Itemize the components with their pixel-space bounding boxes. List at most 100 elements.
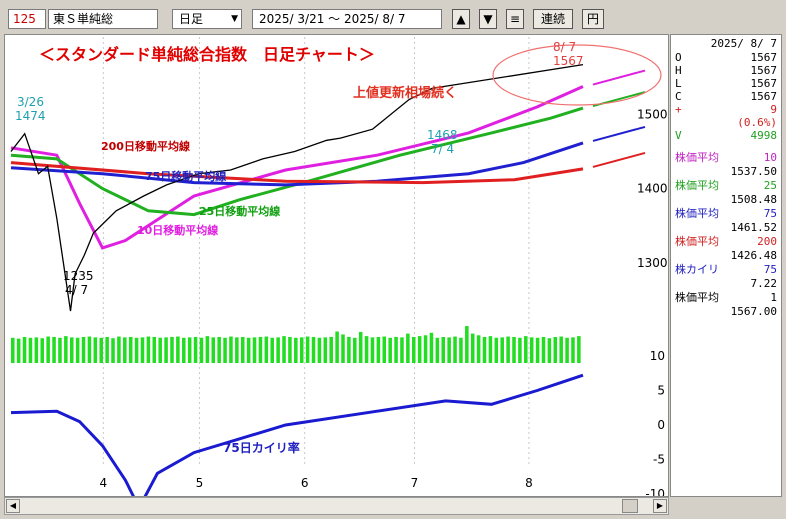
panel-indicator-label: 株カイリ 75 xyxy=(675,263,777,276)
volume-bar xyxy=(406,333,410,363)
volume-bar xyxy=(353,337,357,363)
volume-bar xyxy=(529,337,534,363)
panel-ohlc-value: 9 xyxy=(770,103,777,116)
volume-bar xyxy=(535,337,540,363)
chart-area: 1300 1400 1500 10 5 0 -5 -10 4 5 6 7 8 ＜スタンダード単純総合指数 … xyxy=(4,34,669,512)
volume-bar xyxy=(435,337,440,363)
volume-bar xyxy=(565,337,569,363)
kairi-tick-label: 5 xyxy=(657,384,665,398)
panel-ohlc-key: L xyxy=(675,77,682,90)
volume-bar xyxy=(69,337,74,363)
down-button[interactable]: ▼ xyxy=(479,9,497,29)
label-ma200: 200日移動平均線 xyxy=(101,139,190,153)
volume-bar xyxy=(217,336,221,363)
volume-bar xyxy=(423,335,428,363)
period-select[interactable]: 日足 ▼ xyxy=(172,9,242,29)
volume-bar xyxy=(559,336,563,363)
volume-bar xyxy=(264,336,269,363)
label-ma75: 75日移動平均線 xyxy=(145,169,226,183)
panel-ohlc-row: L 1567 xyxy=(675,77,777,90)
volume-bar xyxy=(394,336,398,363)
renzoku-button[interactable]: 連続 xyxy=(533,9,573,29)
month-label: 4 xyxy=(100,476,108,490)
volume-bar xyxy=(323,337,328,363)
volume-bar xyxy=(40,338,45,363)
volume-bar xyxy=(500,337,504,363)
yen-button[interactable]: 円 xyxy=(582,9,604,29)
volume-bar xyxy=(358,331,363,363)
panel-indicator-label: 株価平均 10 xyxy=(675,151,777,164)
volume-bar xyxy=(229,336,233,363)
label-mid-val: 1468 xyxy=(427,128,458,142)
panel-ohlc-value: (0.6%) xyxy=(737,116,777,129)
label-end-date: 8/ 7 xyxy=(553,40,576,54)
ma-line-25日移動平均線 xyxy=(10,106,584,217)
panel-ohlc-row: (0.6%) xyxy=(675,116,777,129)
scroll-thumb[interactable] xyxy=(622,499,638,513)
panel-indicator-label: 株価平均 1 xyxy=(675,291,777,304)
up-button[interactable]: ▲ xyxy=(452,9,470,29)
volume-bar xyxy=(75,337,80,363)
volume-bar xyxy=(235,337,239,363)
volume-bar xyxy=(488,336,493,363)
volume-bar xyxy=(64,336,68,363)
panel-ohlc-value: 1567 xyxy=(750,64,778,77)
month-label: 5 xyxy=(196,476,204,490)
volume-bar xyxy=(347,336,351,363)
price-tick-label: 1400 xyxy=(637,182,668,196)
volume-bar xyxy=(311,336,316,363)
panel-indicator-label: 株価平均 200 xyxy=(675,235,777,248)
volume-bar xyxy=(335,331,339,363)
volume-bar xyxy=(524,336,528,363)
volume-bar xyxy=(494,337,499,363)
panel-ohlc-value: 1567 xyxy=(750,90,778,103)
volume-bar xyxy=(465,326,469,363)
ma-line-75日移動平均線 xyxy=(10,141,584,187)
volume-bar xyxy=(93,337,98,363)
volume-bar xyxy=(158,337,162,363)
date-range-field[interactable]: 2025/ 3/21 ～ 2025/ 8/ 7 xyxy=(252,9,442,29)
volume-bar xyxy=(553,336,558,363)
volume-bar xyxy=(58,337,62,363)
volume-bar xyxy=(16,338,21,363)
volume-bar xyxy=(382,336,387,363)
panel-indicator-value: 1537.50 xyxy=(730,165,777,178)
volume-bar xyxy=(46,336,50,363)
scroll-left-icon[interactable]: ◀ xyxy=(6,499,20,513)
horizontal-scrollbar[interactable]: ◀ ▶ xyxy=(4,497,669,515)
panel-ohlc-row: +9 xyxy=(675,103,777,116)
volume-bar xyxy=(240,336,245,363)
chevron-down-icon: ▼ xyxy=(231,14,238,24)
volume-bar xyxy=(52,336,56,363)
code-field[interactable]: 125 xyxy=(8,9,46,29)
scroll-right-icon[interactable]: ▶ xyxy=(653,499,667,513)
volume-bar xyxy=(506,336,510,363)
volume-bar xyxy=(453,336,457,363)
menu-button[interactable]: ≡ xyxy=(506,9,524,29)
volume-bar xyxy=(429,332,434,363)
panel-ohlc-row: O 1567 xyxy=(675,51,777,64)
volume-bar xyxy=(547,338,552,363)
price-line xyxy=(10,63,584,312)
volume-bar xyxy=(577,336,581,363)
name-field[interactable]: 東Ｓ単純総 xyxy=(48,9,158,29)
volume-bar xyxy=(441,336,446,363)
volume-bar xyxy=(123,337,127,363)
kairi-tick-label: -10 xyxy=(645,487,665,496)
label-end-val: 1567 xyxy=(553,54,584,68)
panel-ohlc-key: V xyxy=(675,129,682,142)
volume-bar xyxy=(199,337,204,363)
volume-bar xyxy=(87,336,92,363)
label-ma25: 25日移動平均線 xyxy=(199,204,280,218)
volume-bar xyxy=(152,336,157,363)
panel-ohlc-value: 4998 xyxy=(750,129,778,142)
volume-bar xyxy=(11,337,15,363)
panel-indicator-value: 1567.00 xyxy=(730,305,777,318)
volume-bar xyxy=(111,338,115,363)
volume-bar xyxy=(482,336,487,363)
label-low-val: 1235 xyxy=(63,269,94,283)
label-kairi: 75日カイリ率 xyxy=(223,440,300,455)
volume-bar xyxy=(193,336,198,363)
volume-bar xyxy=(182,337,186,363)
kairi-tick-label: -5 xyxy=(653,453,665,467)
